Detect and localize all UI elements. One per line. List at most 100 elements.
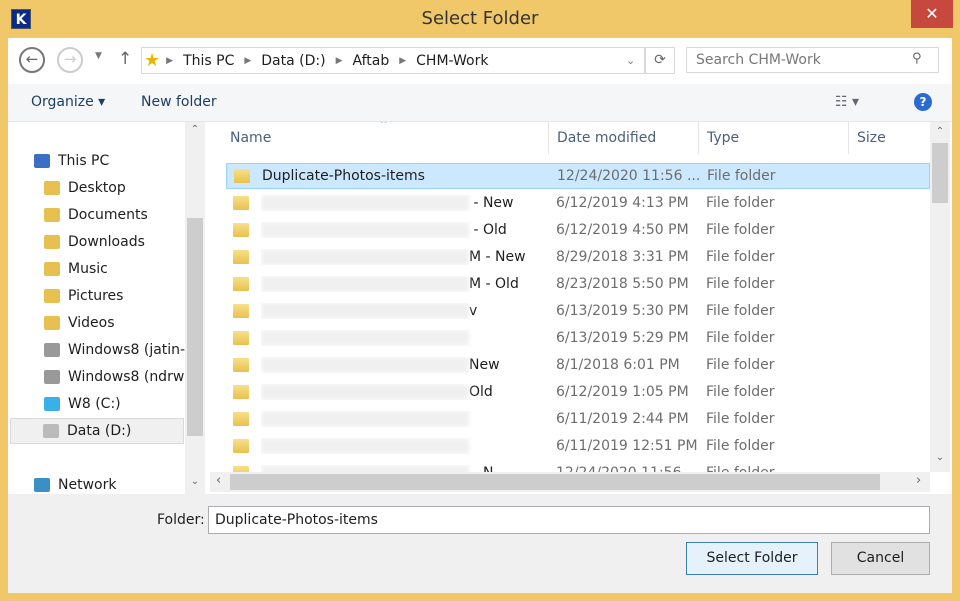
help-icon[interactable]: ? [914,93,932,111]
back-button[interactable]: ← [19,47,45,73]
row-type: File folder [706,438,775,454]
folder-label: Folder: [157,512,205,528]
row-name: Duplicate-Photos-items [262,168,425,184]
sort-ascending-icon: ^ [380,122,388,130]
up-button[interactable]: ↑ [118,49,132,69]
row-type: File folder [706,222,775,238]
address-dropdown-icon[interactable]: ⌄ [626,54,635,67]
list-scroll-thumb[interactable] [932,143,948,203]
view-options-icon[interactable]: ☷ ▾ [835,94,859,110]
row-name: M - Old [469,276,519,292]
table-row[interactable]: Old 6/12/2019 1:05 PM File folder [226,379,930,405]
nav-item-windows8-jatin-p[interactable]: Windows8 (jatin-p [44,337,194,363]
network-drive-icon [44,343,60,357]
nav-item-network[interactable]: Network [34,472,116,494]
nav-item-label: Network [58,477,117,493]
list-horizontal-scrollbar[interactable]: ‹ › [210,472,930,492]
search-input[interactable]: Search CHM-Work [686,47,939,73]
close-button[interactable]: ✕ [911,0,953,28]
organize-button[interactable]: Organize ▾ [31,94,105,110]
row-type: File folder [706,249,775,265]
row-name: M - New [469,249,526,265]
nav-item-desktop[interactable]: Desktop [44,175,126,201]
row-name: - Old [469,222,507,238]
navigation-pane: This PC Desktop Documents Downloads Music Pic… [10,122,205,494]
horizontal-scroll-thumb[interactable] [230,474,880,490]
row-date: 6/12/2019 4:50 PM [556,222,689,238]
toolbar: Organize ▾ New folder ☷ ▾ ? [8,84,952,122]
nav-scroll-thumb[interactable] [187,218,203,436]
nav-item-windows8-ndrwe[interactable]: Windows8 (ndrwe [44,364,193,390]
nav-item-videos[interactable]: Videos [44,310,115,336]
redacted-name [261,276,469,292]
row-date: 12/24/2020 11:56 ... [557,168,701,184]
nav-item-documents[interactable]: Documents [44,202,148,228]
row-date: 8/23/2018 5:50 PM [556,276,689,292]
window-title: Select Folder [421,8,539,29]
chevron-right-icon: ▶ [166,55,174,66]
row-date: 8/1/2018 6:01 PM [556,357,680,373]
row-date: 6/12/2019 1:05 PM [556,384,689,400]
table-row[interactable]: - Old 6/12/2019 4:50 PM File folder [226,217,930,243]
crumb-aftab[interactable]: Aftab [353,53,390,69]
row-date: 6/11/2019 2:44 PM [556,411,689,427]
nav-item-data-d[interactable]: Data (D:) [10,418,184,444]
row-type: File folder [706,411,775,427]
crumb-this-pc[interactable]: This PC [183,53,234,69]
crumb-chm-work[interactable]: CHM-Work [416,53,488,69]
column-size[interactable]: Size [849,122,939,154]
breadcrumb[interactable]: ★ ▶ This PC ▶ Data (D:) ▶ Aftab ▶ CHM-Work ⌄ [141,47,645,74]
nav-item-w8-c[interactable]: W8 (C:) [44,391,121,417]
row-type: File folder [707,168,776,184]
folder-icon [233,304,249,318]
column-type[interactable]: Type [699,122,849,154]
music-folder-icon [44,262,60,276]
nav-item-downloads[interactable]: Downloads [44,229,145,255]
row-type: File folder [706,303,775,319]
table-row[interactable]: New 8/1/2018 6:01 PM File folder [226,352,930,378]
folder-input[interactable]: Duplicate-Photos-items [208,506,930,534]
row-type: File folder [706,357,775,373]
select-folder-dialog: K Select Folder ✕ ← → ▼ ↑ ★ ▶ This PC ▶ Da… [0,0,960,601]
list-vertical-scrollbar[interactable]: ⌃ ⌄ [930,122,950,472]
folder-icon [233,223,249,237]
crumb-data-d[interactable]: Data (D:) [261,53,325,69]
column-date-modified[interactable]: Date modified [549,122,699,154]
nav-item-this-pc[interactable]: This PC [34,148,109,174]
redacted-name [261,384,469,400]
downloads-folder-icon [44,235,60,249]
recent-locations-dropdown[interactable]: ▼ [95,51,102,61]
new-folder-button[interactable]: New folder [141,94,217,110]
nav-item-pictures[interactable]: Pictures [44,283,123,309]
nav-item-music[interactable]: Music [44,256,108,282]
documents-folder-icon [44,208,60,222]
nav-scrollbar[interactable]: ⌃ ⌄ [185,122,205,494]
table-row[interactable]: v 6/13/2019 5:30 PM File folder [226,298,930,324]
nav-item-label: Data (D:) [67,423,132,439]
cancel-button[interactable]: Cancel [831,542,930,575]
nav-item-label: W8 (C:) [68,396,121,412]
forward-button[interactable]: → [57,47,83,73]
file-list: Name ^ Date modified Type Size Duplicate… [210,122,952,494]
redacted-name [261,330,469,346]
select-folder-button[interactable]: Select Folder [686,542,818,575]
table-row[interactable]: M - Old 8/23/2018 5:50 PM File folder [226,271,930,297]
row-date: 6/13/2019 5:30 PM [556,303,689,319]
nav-item-label: Documents [68,207,148,223]
row-date: 8/29/2018 3:31 PM [556,249,689,265]
table-row[interactable]: 6/11/2019 12:51 PM File folder [226,433,930,459]
chevron-right-icon: ▶ [399,55,407,66]
refresh-button[interactable]: ⟳ [645,47,675,74]
desktop-folder-icon [44,181,60,195]
table-row[interactable]: M - New 8/29/2018 3:31 PM File folder [226,244,930,270]
table-row[interactable]: Duplicate-Photos-items 12/24/2020 11:56 .… [226,163,930,189]
nav-item-label: Windows8 (ndrwe [68,369,193,385]
folder-icon [233,439,249,453]
folder-icon [234,169,250,183]
table-row[interactable]: 6/13/2019 5:29 PM File folder [226,325,930,351]
table-row[interactable]: - New 6/12/2019 4:13 PM File folder [226,190,930,216]
row-date: 6/12/2019 4:13 PM [556,195,689,211]
folder-icon [233,196,249,210]
table-row[interactable]: 6/11/2019 2:44 PM File folder [226,406,930,432]
nav-item-label: Windows8 (jatin-p [68,342,194,358]
